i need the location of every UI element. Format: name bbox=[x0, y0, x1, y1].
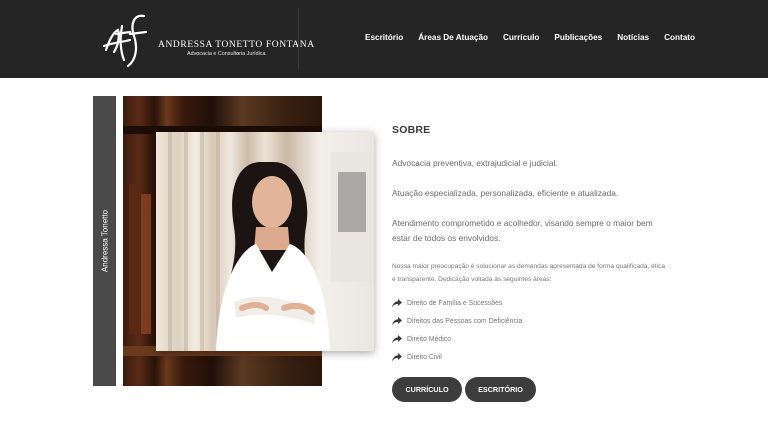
about-lead-3: Atendimento comprometido e acolhedor, vi… bbox=[392, 218, 653, 243]
site-header: ANDRESSA TONETTO FONTANA Advocacia e Con… bbox=[0, 0, 768, 78]
share-arrow-icon bbox=[392, 316, 402, 326]
nav-noticias[interactable]: Notícias bbox=[617, 33, 649, 42]
escritorio-button[interactable]: ESCRITÓRIO bbox=[465, 377, 536, 402]
about-body: Nossa maior preocupação é solucionar as … bbox=[392, 263, 666, 283]
list-item: Direito Médico bbox=[392, 330, 522, 348]
practice-areas-list: Direito de Família e Sucessões Direitos … bbox=[392, 294, 522, 366]
about-lead-1: Advocacia preventiva, extrajudicial e ju… bbox=[392, 158, 558, 168]
logo-tagline: Advocacia e Consultoria Jurídica bbox=[187, 51, 266, 57]
area-label: Direitos das Pessoas com Deficiência bbox=[407, 317, 523, 325]
portrait-figure bbox=[216, 152, 374, 351]
list-item: Direito Civil bbox=[392, 348, 522, 366]
share-arrow-icon bbox=[392, 334, 402, 344]
nav-areas-de-atuacao[interactable]: Áreas De Atuação bbox=[418, 33, 488, 42]
about-title: SOBRE bbox=[392, 124, 431, 136]
area-label: Direito Civil bbox=[407, 353, 442, 361]
area-label: Direito de Família e Sucessões bbox=[407, 299, 503, 307]
book bbox=[129, 184, 139, 334]
logo-name: ANDRESSA TONETTO FONTANA bbox=[158, 40, 315, 50]
share-arrow-icon bbox=[392, 298, 402, 308]
nav-curriculo[interactable]: Currículo bbox=[503, 33, 539, 42]
share-arrow-icon bbox=[392, 352, 402, 362]
profile-side-label: Andressa Tonetto bbox=[100, 209, 110, 273]
list-item: Direito de Família e Sucessões bbox=[392, 294, 522, 312]
site-logo[interactable]: ANDRESSA TONETTO FONTANA Advocacia e Con… bbox=[100, 10, 314, 70]
profile-photo bbox=[156, 132, 374, 351]
main-nav: Escritório Áreas De Atuação Currículo Pu… bbox=[365, 33, 710, 42]
header-divider bbox=[298, 8, 299, 70]
book bbox=[141, 194, 151, 334]
list-item: Direitos das Pessoas com Deficiência bbox=[392, 312, 522, 330]
curriculo-button[interactable]: CURRÍCULO bbox=[392, 377, 462, 402]
logo-monogram-icon bbox=[102, 14, 148, 68]
nav-publicacoes[interactable]: Publicações bbox=[554, 33, 602, 42]
about-lead-2: Atuação especializada, personalizada, ef… bbox=[392, 188, 619, 198]
nav-escritorio[interactable]: Escritório bbox=[365, 33, 403, 42]
nav-contato[interactable]: Contato bbox=[664, 33, 695, 42]
area-label: Direito Médico bbox=[407, 335, 452, 343]
